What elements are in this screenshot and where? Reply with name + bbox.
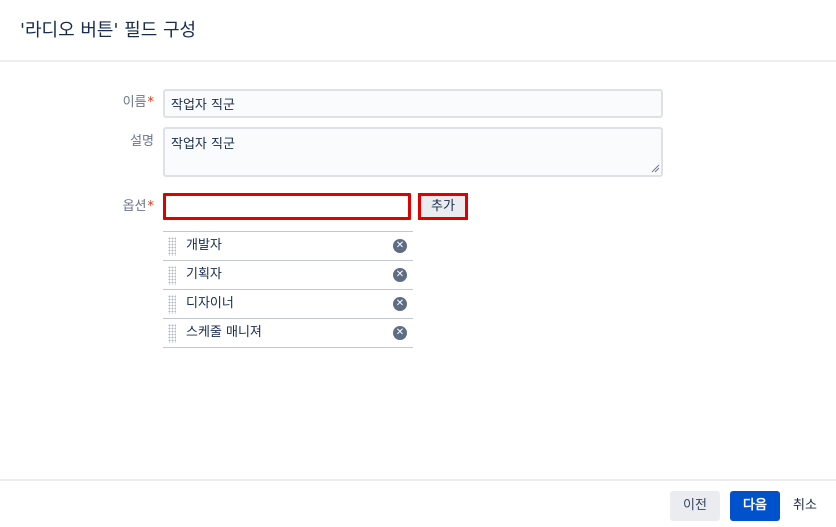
description-label: 설명 [94,133,154,151]
option-row[interactable]: 개발자 ✕ [163,232,413,261]
options-label: 옵션* [94,198,154,216]
drag-handle-icon[interactable] [168,324,176,343]
remove-option-icon[interactable]: ✕ [393,297,407,311]
option-row[interactable]: 디자이너 ✕ [163,290,413,319]
option-list: 개발자 ✕ 기획자 ✕ 디자이너 ✕ 스케줄 매니져 ✕ [163,231,413,348]
option-row[interactable]: 기획자 ✕ [163,261,413,290]
options-label-text: 옵션 [122,199,147,214]
drag-handle-icon[interactable] [168,237,176,256]
option-label: 개발자 [186,238,222,253]
option-label: 디자이너 [186,296,234,311]
option-label: 기획자 [186,267,222,282]
add-option-button[interactable]: 추가 [418,193,468,220]
cancel-button[interactable]: 취소 [786,491,824,521]
option-input[interactable] [163,193,411,220]
remove-option-icon[interactable]: ✕ [393,239,407,253]
name-label-text: 이름 [122,95,147,110]
remove-option-icon[interactable]: ✕ [393,268,407,282]
option-row[interactable]: 스케줄 매니져 ✕ [163,319,413,348]
drag-handle-icon[interactable] [168,295,176,314]
description-label-text: 설명 [130,134,154,149]
dialog-header: '라디오 버튼' 필드 구성 [0,0,836,62]
name-label: 이름* [94,94,154,112]
resize-grip-icon[interactable] [650,163,660,173]
remove-option-icon[interactable]: ✕ [393,326,407,340]
drag-handle-icon[interactable] [168,266,176,285]
description-textarea[interactable]: 작업자 직군 [163,127,663,177]
required-marker: * [147,95,155,110]
option-label: 스케줄 매니져 [186,325,262,340]
next-button[interactable]: 다음 [730,491,780,521]
name-input[interactable] [163,89,663,118]
dialog-title: '라디오 버튼' 필드 구성 [20,20,197,41]
required-marker: * [147,199,155,214]
previous-button[interactable]: 이전 [670,491,720,521]
